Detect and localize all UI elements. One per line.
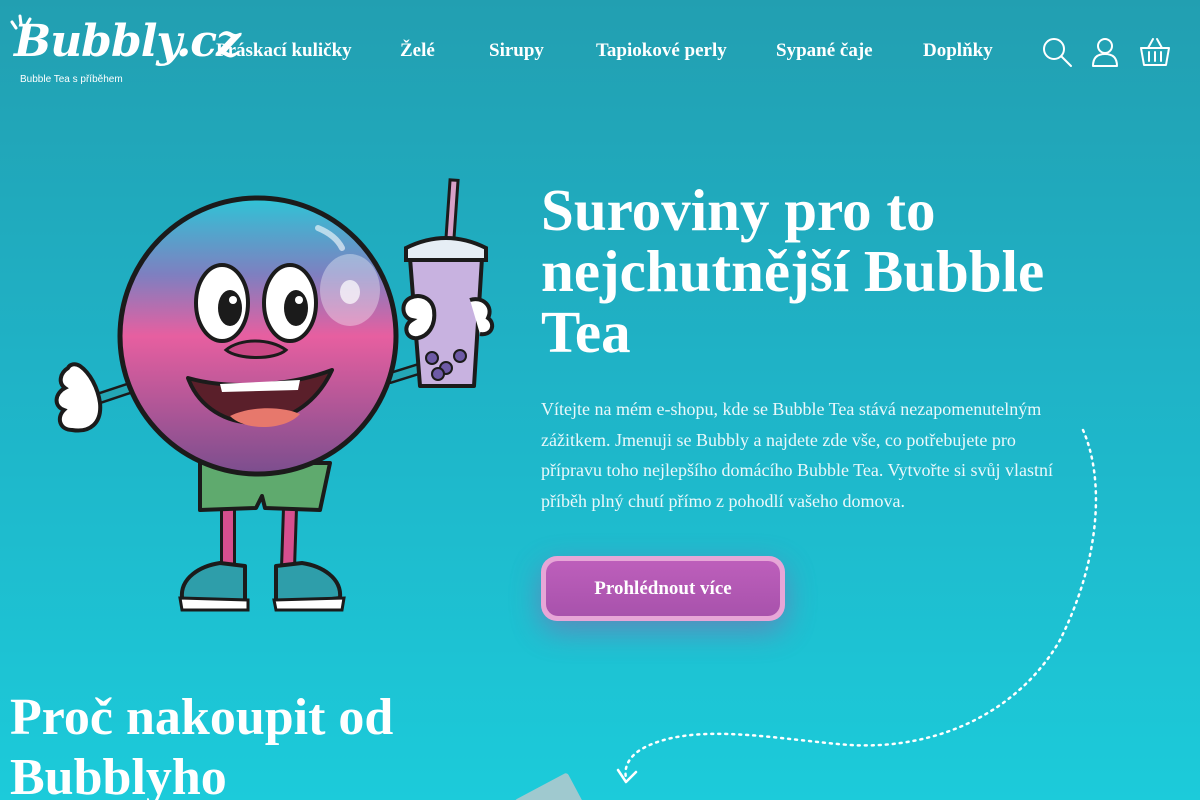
logo-wordmark: Bubbly.cz — [14, 16, 241, 67]
nav-item-tapiokove-perly[interactable]: Tapiokové perly — [596, 40, 727, 62]
user-icon[interactable] — [1089, 36, 1121, 68]
logo[interactable]: Bubbly.cz Bubble Tea s příběhem — [10, 14, 241, 90]
section-title: Proč nakoupit od Bubblyho — [10, 689, 394, 800]
nav-item-sypane-caje[interactable]: Sypané čaje — [776, 40, 873, 62]
nav-item-zele[interactable]: Želé — [400, 40, 435, 62]
logo-tagline: Bubble Tea s příběhem — [20, 74, 123, 85]
nav-item-praskaci-kulicky[interactable]: Práskací kuličky — [216, 40, 352, 62]
nav-item-doplnky[interactable]: Doplňky — [923, 40, 993, 62]
site-header: Bubbly.cz Bubble Tea s příběhem Práskací… — [0, 0, 1200, 105]
hero-title: Suroviny pro to nejchutnější Bubble Tea — [541, 177, 1045, 365]
mascot-illustration — [54, 178, 495, 612]
basket-icon[interactable] — [1139, 36, 1171, 68]
search-icon[interactable] — [1041, 36, 1073, 68]
dotted-arrow-decoration — [616, 428, 1098, 784]
nav-item-sirupy[interactable]: Sirupy — [489, 40, 544, 62]
